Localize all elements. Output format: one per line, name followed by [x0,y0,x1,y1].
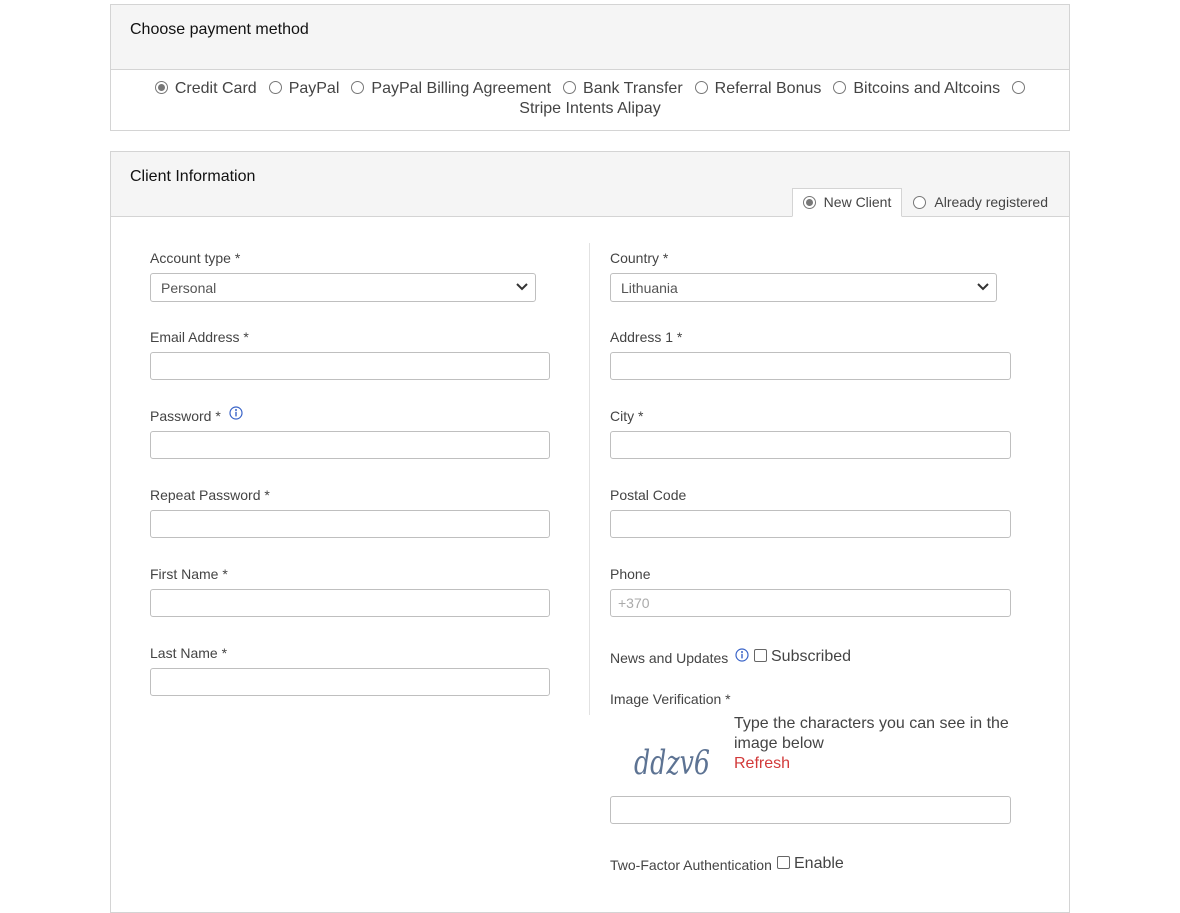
client-information-title: Client Information [130,168,256,185]
payment-method-header: Choose payment method [111,5,1069,70]
country-label: Country * [610,250,669,266]
payment-option-referral-bonus[interactable]: Referral Bonus [694,79,821,99]
checkbox[interactable] [777,856,790,869]
phone-field[interactable]: +370 [610,589,1011,617]
payment-option-stripe-alipay-radio[interactable] [1012,79,1026,99]
captcha-image: ddzv6 [634,743,710,782]
two-factor-label: Two-Factor Authentication [610,857,772,873]
radio-icon[interactable] [563,81,577,94]
repeat-password-field[interactable] [150,510,550,538]
phone-label: Phone [610,566,651,582]
email-field[interactable] [150,352,550,380]
radio-icon[interactable] [268,81,282,94]
payment-option-bitcoins[interactable]: Bitcoins and Altcoins [833,79,1000,99]
checkbox[interactable] [754,649,767,662]
news-label: News and Updates [610,650,729,666]
client-information-header: Client Information New Client Already re… [111,152,1069,217]
radio-icon[interactable] [802,196,816,209]
city-field[interactable] [610,431,1011,459]
account-type-label: Account type * [150,250,241,266]
tab-already-registered[interactable]: Already registered [902,188,1059,216]
payment-method-title: Choose payment method [130,21,309,38]
column-divider [589,243,590,715]
captcha-instructions: Type the characters you can see in the i… [734,715,1009,752]
radio-icon[interactable] [351,81,365,94]
payment-option-paypal-billing[interactable]: PayPal Billing Agreement [351,79,551,99]
captcha-label: Image Verification * [610,691,731,707]
postal-code-label: Postal Code [610,487,687,503]
radio-icon[interactable] [694,81,708,94]
last-name-field[interactable] [150,668,550,696]
postal-code-field[interactable] [610,510,1011,538]
address1-field[interactable] [610,352,1011,380]
payment-option-stripe-alipay-label[interactable]: Stripe Intents Alipay [519,100,660,117]
captcha-image-text: ddzv6 [634,743,710,782]
password-label: Password * [150,408,221,424]
first-name-label: First Name * [150,566,228,582]
payment-option-credit-card[interactable]: Credit Card [154,79,257,99]
radio-icon[interactable] [833,81,847,94]
city-label: City * [610,408,644,424]
last-name-label: Last Name * [150,645,228,661]
captcha-instructions-block: Type the characters you can see in the i… [734,714,1024,774]
client-tabs: New Client Already registered [791,188,1059,217]
radio-icon[interactable] [913,196,927,209]
info-icon[interactable] [735,648,749,662]
radio-icon[interactable] [154,81,168,94]
repeat-password-label: Repeat Password * [150,487,270,503]
info-icon[interactable] [229,406,243,420]
tab-new-client[interactable]: New Client [791,188,903,217]
chevron-down-icon [977,283,989,291]
country-select[interactable]: Lithuania [610,273,997,302]
payment-option-bank-transfer[interactable]: Bank Transfer [563,79,683,99]
address1-label: Address 1 * [610,329,683,345]
payment-method-panel: Choose payment method Credit Card PayPal P… [110,4,1070,131]
radio-icon[interactable] [1012,81,1026,94]
payment-methods: Credit Card PayPal PayPal Billing Agreemen… [111,79,1069,119]
two-factor-enable-option[interactable]: Enable [777,855,844,873]
news-subscribed-option[interactable]: Subscribed [754,648,851,666]
password-field[interactable] [150,431,550,459]
captcha-field[interactable] [610,796,1011,824]
payment-option-paypal[interactable]: PayPal [268,79,339,99]
first-name-field[interactable] [150,589,550,617]
captcha-refresh-link[interactable]: Refresh [734,754,1024,774]
chevron-down-icon [516,283,528,291]
email-label: Email Address * [150,329,249,345]
account-type-select[interactable]: Personal [150,273,536,302]
